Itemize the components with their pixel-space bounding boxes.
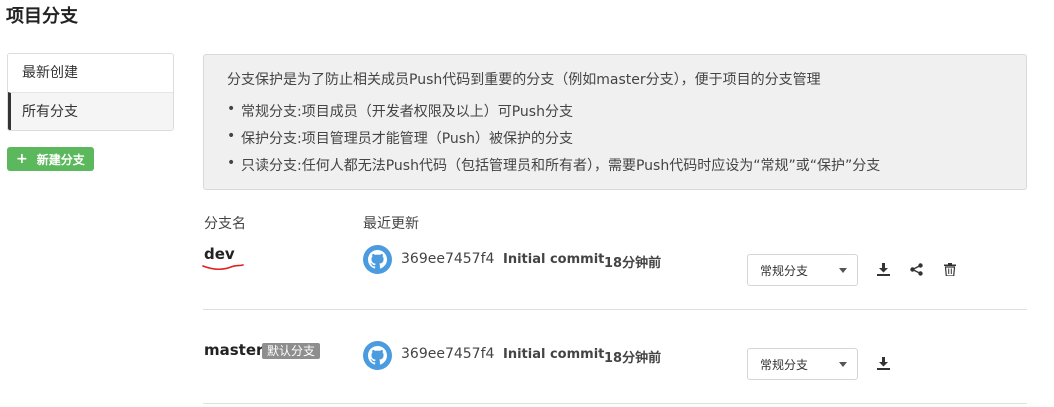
new-branch-button[interactable]: + 新建分支 bbox=[7, 147, 94, 171]
sidebar-item-latest[interactable]: 最新创建 bbox=[8, 54, 173, 92]
commit-message: Initial commit bbox=[503, 252, 605, 267]
info-list: 常规分支:项目成员（开发者权限及以上）可Push分支 保护分支:项目管理员才能管… bbox=[227, 101, 1026, 175]
red-underline-annotation bbox=[202, 264, 244, 270]
share-icon[interactable] bbox=[908, 261, 924, 277]
commit-message: Initial commit bbox=[503, 347, 605, 362]
branch-type-select[interactable]: 常规分支 bbox=[747, 254, 858, 286]
info-intro: 分支保护是为了防止相关成员Push代码到重要的分支（例如master分支），便于… bbox=[227, 72, 821, 88]
commit-hash-link[interactable]: 369ee7457f4 bbox=[401, 346, 494, 362]
row-divider bbox=[203, 403, 1027, 404]
default-branch-badge: 默认分支 bbox=[262, 343, 321, 359]
github-icon bbox=[363, 245, 392, 274]
commit-hash-link[interactable]: 369ee7457f4 bbox=[401, 251, 494, 267]
info-bullet-regular: 常规分支:项目成员（开发者权限及以上）可Push分支 bbox=[227, 101, 1026, 121]
branch-name-link[interactable]: master bbox=[204, 341, 263, 359]
branch-name-link[interactable]: dev bbox=[204, 245, 235, 263]
commit-time: 18分钟前 bbox=[604, 351, 662, 366]
row-divider bbox=[203, 309, 1027, 310]
page-title: 项目分支 bbox=[6, 6, 78, 27]
new-branch-label: 新建分支 bbox=[36, 152, 85, 167]
branch-type-value: 常规分支 bbox=[760, 263, 809, 278]
branch-type-select[interactable]: 常规分支 bbox=[747, 348, 858, 380]
caret-down-icon bbox=[839, 362, 847, 367]
info-bullet-protected: 保护分支:项目管理员才能管理（Push）被保护的分支 bbox=[227, 128, 1026, 148]
caret-down-icon bbox=[839, 268, 847, 273]
branch-type-value: 常规分支 bbox=[760, 357, 809, 372]
download-icon[interactable] bbox=[875, 355, 891, 371]
sidebar-menu: 最新创建 所有分支 bbox=[7, 53, 174, 131]
column-header-updated: 最近更新 bbox=[363, 216, 419, 232]
sidebar-item-all-branches[interactable]: 所有分支 bbox=[8, 92, 173, 130]
download-icon[interactable] bbox=[875, 261, 891, 277]
plus-icon: + bbox=[16, 151, 28, 167]
branch-protection-info: 分支保护是为了防止相关成员Push代码到重要的分支（例如master分支），便于… bbox=[203, 54, 1027, 190]
info-bullet-readonly: 只读分支:任何人都无法Push代码（包括管理员和所有者），需要Push代码时应设… bbox=[227, 155, 1026, 175]
column-header-name: 分支名 bbox=[204, 216, 246, 232]
github-icon bbox=[363, 341, 392, 370]
commit-time: 18分钟前 bbox=[604, 256, 662, 271]
trash-icon[interactable] bbox=[942, 261, 958, 277]
